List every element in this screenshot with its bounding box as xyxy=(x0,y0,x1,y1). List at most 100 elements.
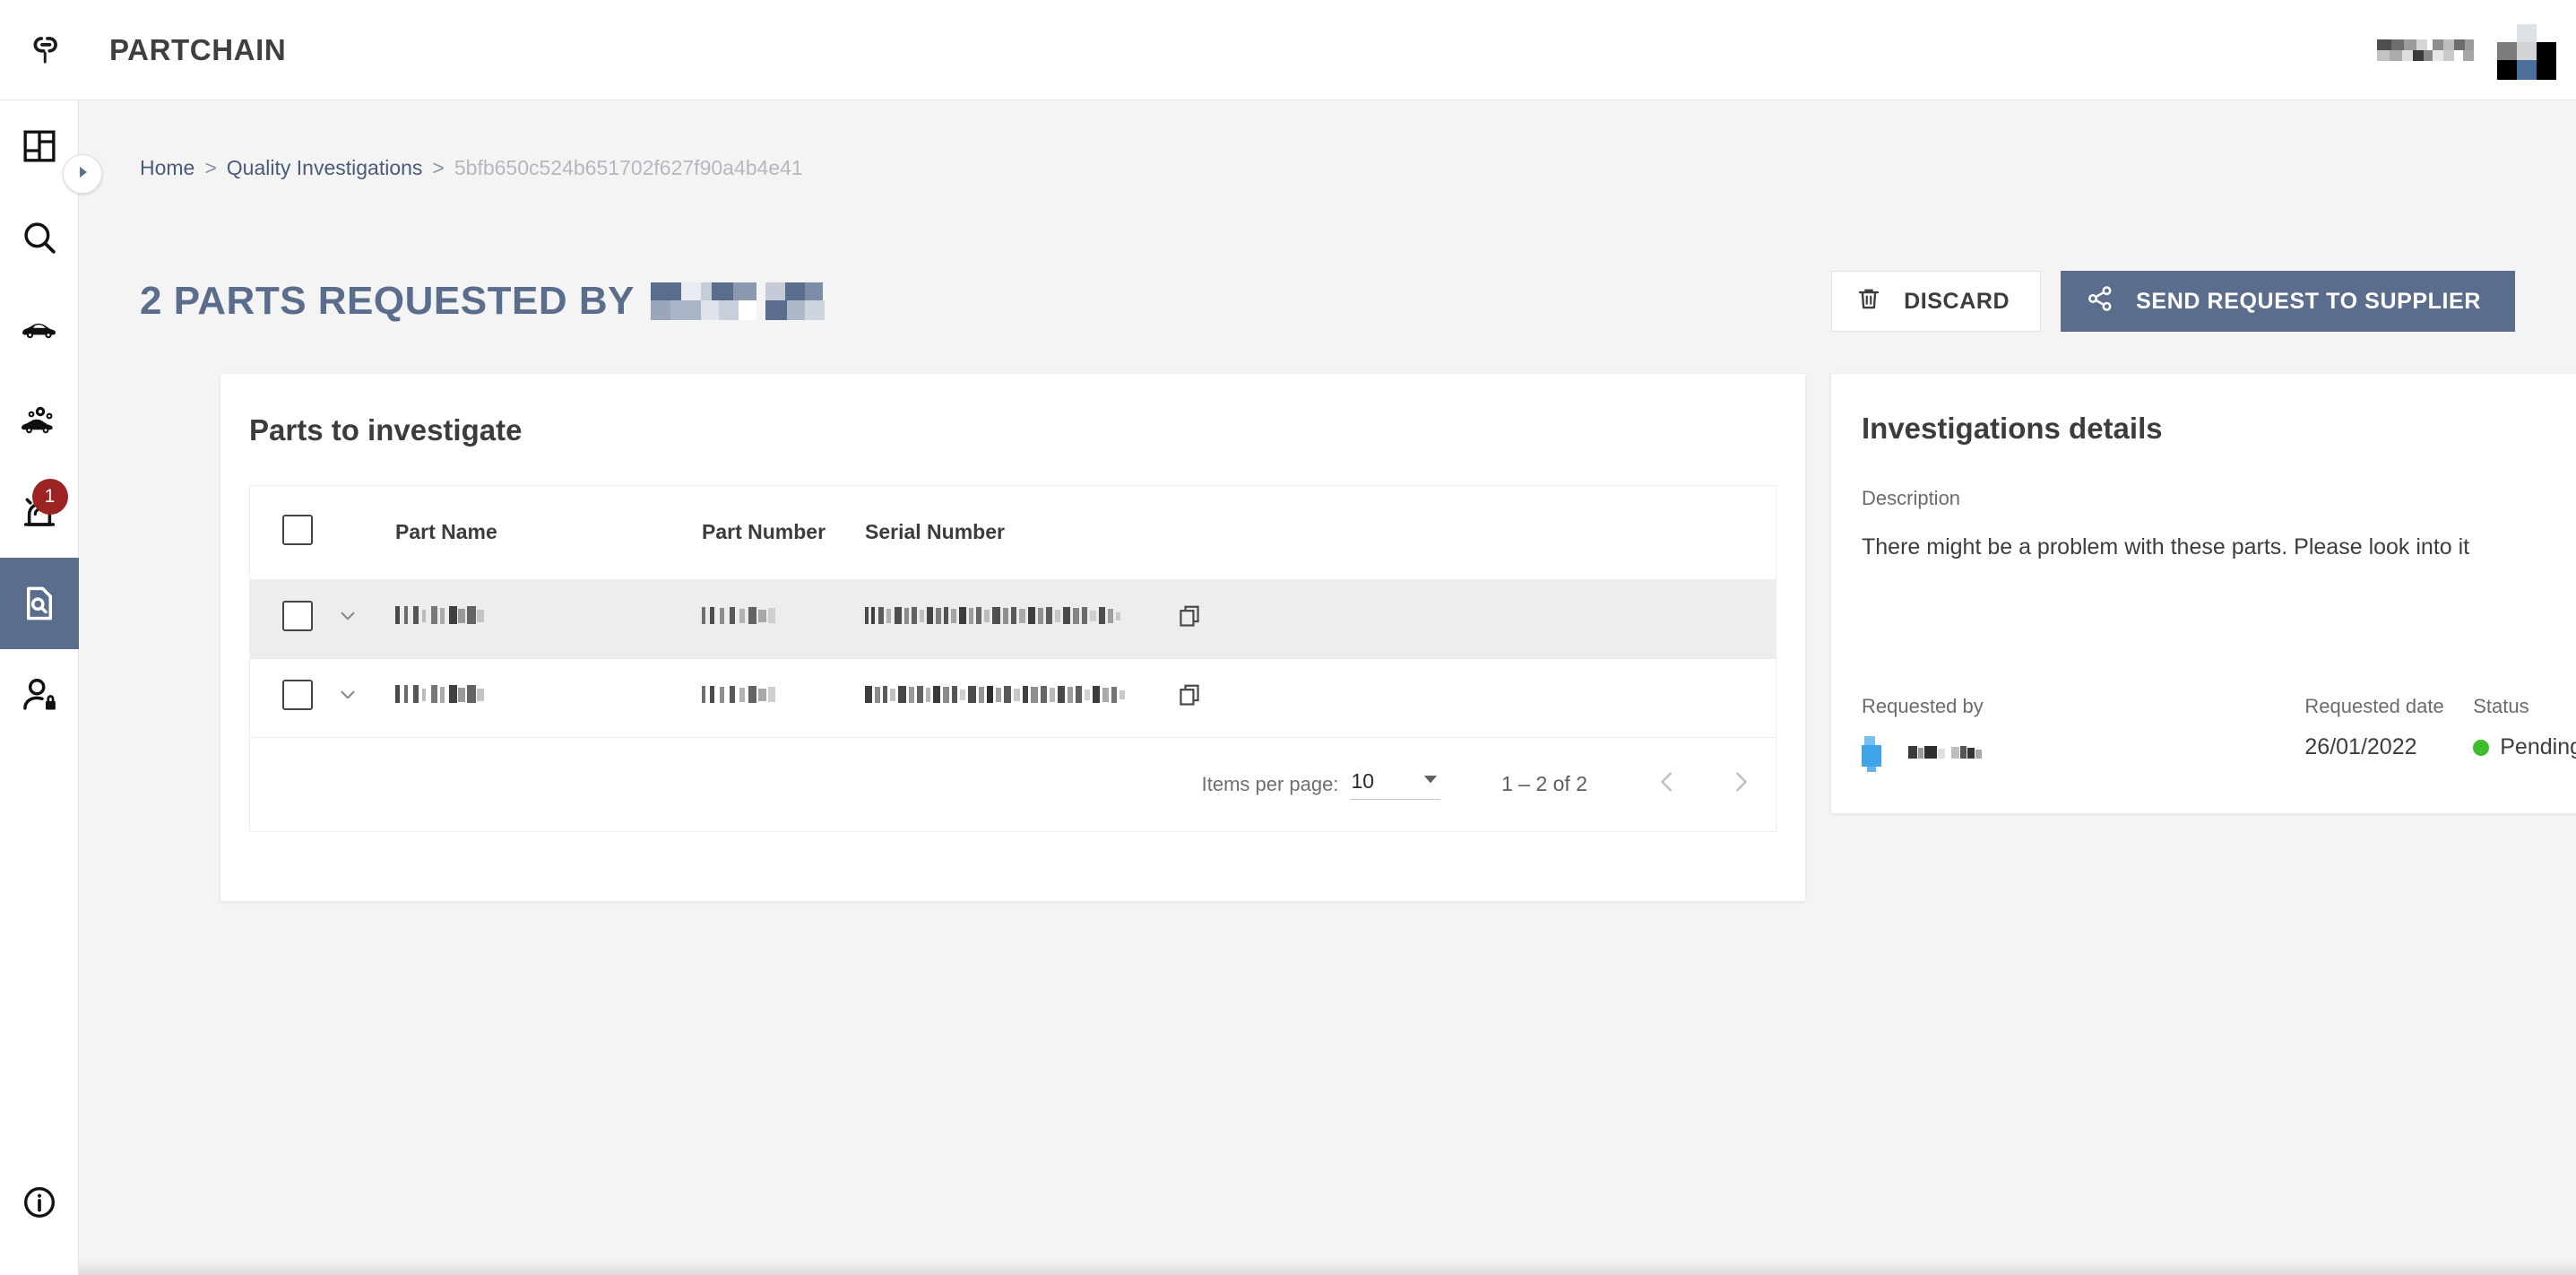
select-all-header xyxy=(250,486,336,580)
row-checkbox[interactable] xyxy=(282,680,313,710)
chevron-left-icon xyxy=(1654,768,1681,800)
description-label: Description xyxy=(1862,487,1961,509)
items-per-page-select[interactable]: 10 xyxy=(1351,768,1441,800)
row-checkbox[interactable] xyxy=(282,601,313,631)
pager-buttons xyxy=(1639,757,1768,812)
status-block: Status Pending xyxy=(2473,695,2576,760)
breadcrumb: Home > Quality Investigations > 5bfb650c… xyxy=(140,156,803,180)
bottom-shadow xyxy=(79,1259,2576,1275)
row-select-cell xyxy=(250,658,336,738)
row-expand-cell[interactable] xyxy=(336,579,388,659)
car-parts-icon xyxy=(19,403,60,438)
cell-serial-number xyxy=(865,658,1776,738)
row-select-cell xyxy=(250,579,336,659)
expand-header xyxy=(336,486,388,580)
row-expand-cell[interactable] xyxy=(336,658,388,738)
column-header-part-name: Part Name xyxy=(388,486,702,580)
requested-date-block: Requested date 26/01/2022 xyxy=(2304,695,2473,760)
sidebar-item-vehicles[interactable] xyxy=(0,283,79,375)
breadcrumb-home[interactable]: Home xyxy=(140,156,194,180)
sidebar: 1 xyxy=(0,100,79,1275)
part-number-redacted xyxy=(702,683,827,712)
brand-name: PARTCHAIN xyxy=(109,32,287,66)
parts-table-body xyxy=(250,579,1776,738)
parts-to-investigate-card: Parts to investigate Part Name Part Numb… xyxy=(220,374,1805,901)
table-row[interactable] xyxy=(250,579,1776,659)
page-title-wrap: 2 PARTS REQUESTED BY xyxy=(140,279,857,324)
page-title-company-redacted xyxy=(650,282,857,320)
sidebar-item-access-management[interactable] xyxy=(0,649,79,741)
table-row[interactable] xyxy=(250,658,1776,738)
user-name-redacted xyxy=(2377,38,2474,63)
requested-by-block: Requested by xyxy=(1862,695,2304,774)
breadcrumb-separator-2: > xyxy=(432,156,445,179)
serial-number-redacted xyxy=(865,604,1150,633)
breadcrumb-investigation-id: 5bfb650c524b651702f627f90a4b4e41 xyxy=(454,156,803,179)
parts-table-head: Part Name Part Number Serial Number xyxy=(250,486,1776,580)
sidebar-item-search[interactable] xyxy=(0,192,79,283)
chain-link-icon xyxy=(20,24,72,76)
copy-icon[interactable] xyxy=(1177,603,1202,634)
status-badge: Pending xyxy=(2473,734,2576,760)
chevron-right-icon xyxy=(73,163,91,186)
user-lock-icon xyxy=(21,676,58,714)
select-all-checkbox[interactable] xyxy=(282,514,313,545)
copy-icon[interactable] xyxy=(1177,682,1202,713)
status-dot-icon xyxy=(2473,739,2490,756)
chevron-down-icon[interactable] xyxy=(336,688,359,711)
dashboard-grid-icon xyxy=(22,128,57,164)
page-title: 2 PARTS REQUESTED BY xyxy=(140,279,635,323)
info-circle-icon xyxy=(22,1184,57,1220)
send-request-button-label: SEND REQUEST TO SUPPLIER xyxy=(2136,288,2481,314)
top-bar-right xyxy=(2377,20,2576,80)
chevron-right-icon xyxy=(1727,768,1754,800)
cell-part-name xyxy=(388,579,702,659)
column-header-part-number: Part Number xyxy=(702,486,865,580)
app-root: PARTCHAIN 1 Home > Quality Investigation… xyxy=(0,0,2576,1275)
parts-table: Part Name Part Number Serial Number xyxy=(250,486,1776,738)
serial-cell-inner xyxy=(865,603,1776,634)
discard-button[interactable]: DISCARD xyxy=(1831,271,2042,332)
status-label: Status xyxy=(2473,695,2529,717)
cell-part-number xyxy=(702,658,865,738)
brand[interactable]: PARTCHAIN xyxy=(0,24,286,76)
investigations-details-card: Investigations details Description There… xyxy=(1831,374,2576,813)
requester-name-redacted xyxy=(1908,742,1991,767)
sidebar-toggle-button[interactable] xyxy=(63,154,102,194)
column-header-serial-number: Serial Number xyxy=(865,486,1776,580)
parts-table-wrapper: Part Name Part Number Serial Number Item… xyxy=(249,485,1776,832)
avatar[interactable] xyxy=(2497,20,2556,80)
sidebar-item-about[interactable] xyxy=(0,1157,79,1248)
chevron-down-icon[interactable] xyxy=(336,609,359,632)
share-nodes-icon xyxy=(2086,284,2114,319)
previous-page-button[interactable] xyxy=(1639,757,1695,812)
items-per-page-value: 10 xyxy=(1351,768,1375,793)
requested-date-value: 26/01/2022 xyxy=(2304,734,2417,759)
requested-by-value xyxy=(1862,734,2304,774)
cell-part-number xyxy=(702,579,865,659)
cell-serial-number xyxy=(865,579,1776,659)
paginator: Items per page: 10 1 – 2 of 2 xyxy=(250,738,1776,831)
part-number-redacted xyxy=(702,604,827,633)
requester-avatar xyxy=(1862,736,1894,772)
part-name-redacted xyxy=(395,683,535,712)
discard-button-label: DISCARD xyxy=(1904,288,2010,314)
description-text: There might be a problem with these part… xyxy=(1862,534,2470,559)
status-text: Pending xyxy=(2500,734,2576,759)
breadcrumb-quality-investigations[interactable]: Quality Investigations xyxy=(227,156,423,180)
trash-icon xyxy=(1855,285,1882,318)
requested-by-label: Requested by xyxy=(1862,695,1984,717)
next-page-button[interactable] xyxy=(1713,757,1768,812)
details-meta-row: Requested by Requested date 26/01/2022 S… xyxy=(1862,695,2576,774)
part-name-redacted xyxy=(395,604,535,633)
table-header-row: Part Name Part Number Serial Number xyxy=(250,486,1776,580)
details-card-title: Investigations details xyxy=(1862,412,2163,445)
breadcrumb-separator-1: > xyxy=(204,156,217,179)
pagination-range-label: 1 – 2 of 2 xyxy=(1501,772,1587,795)
main-content: Home > Quality Investigations > 5bfb650c… xyxy=(79,100,2576,1275)
sidebar-item-parts[interactable] xyxy=(0,375,79,466)
send-request-to-supplier-button[interactable]: SEND REQUEST TO SUPPLIER xyxy=(2061,271,2515,332)
sidebar-item-quality-investigations[interactable] xyxy=(0,558,79,649)
sidebar-item-alerts[interactable]: 1 xyxy=(0,466,79,558)
serial-number-redacted xyxy=(865,683,1150,712)
